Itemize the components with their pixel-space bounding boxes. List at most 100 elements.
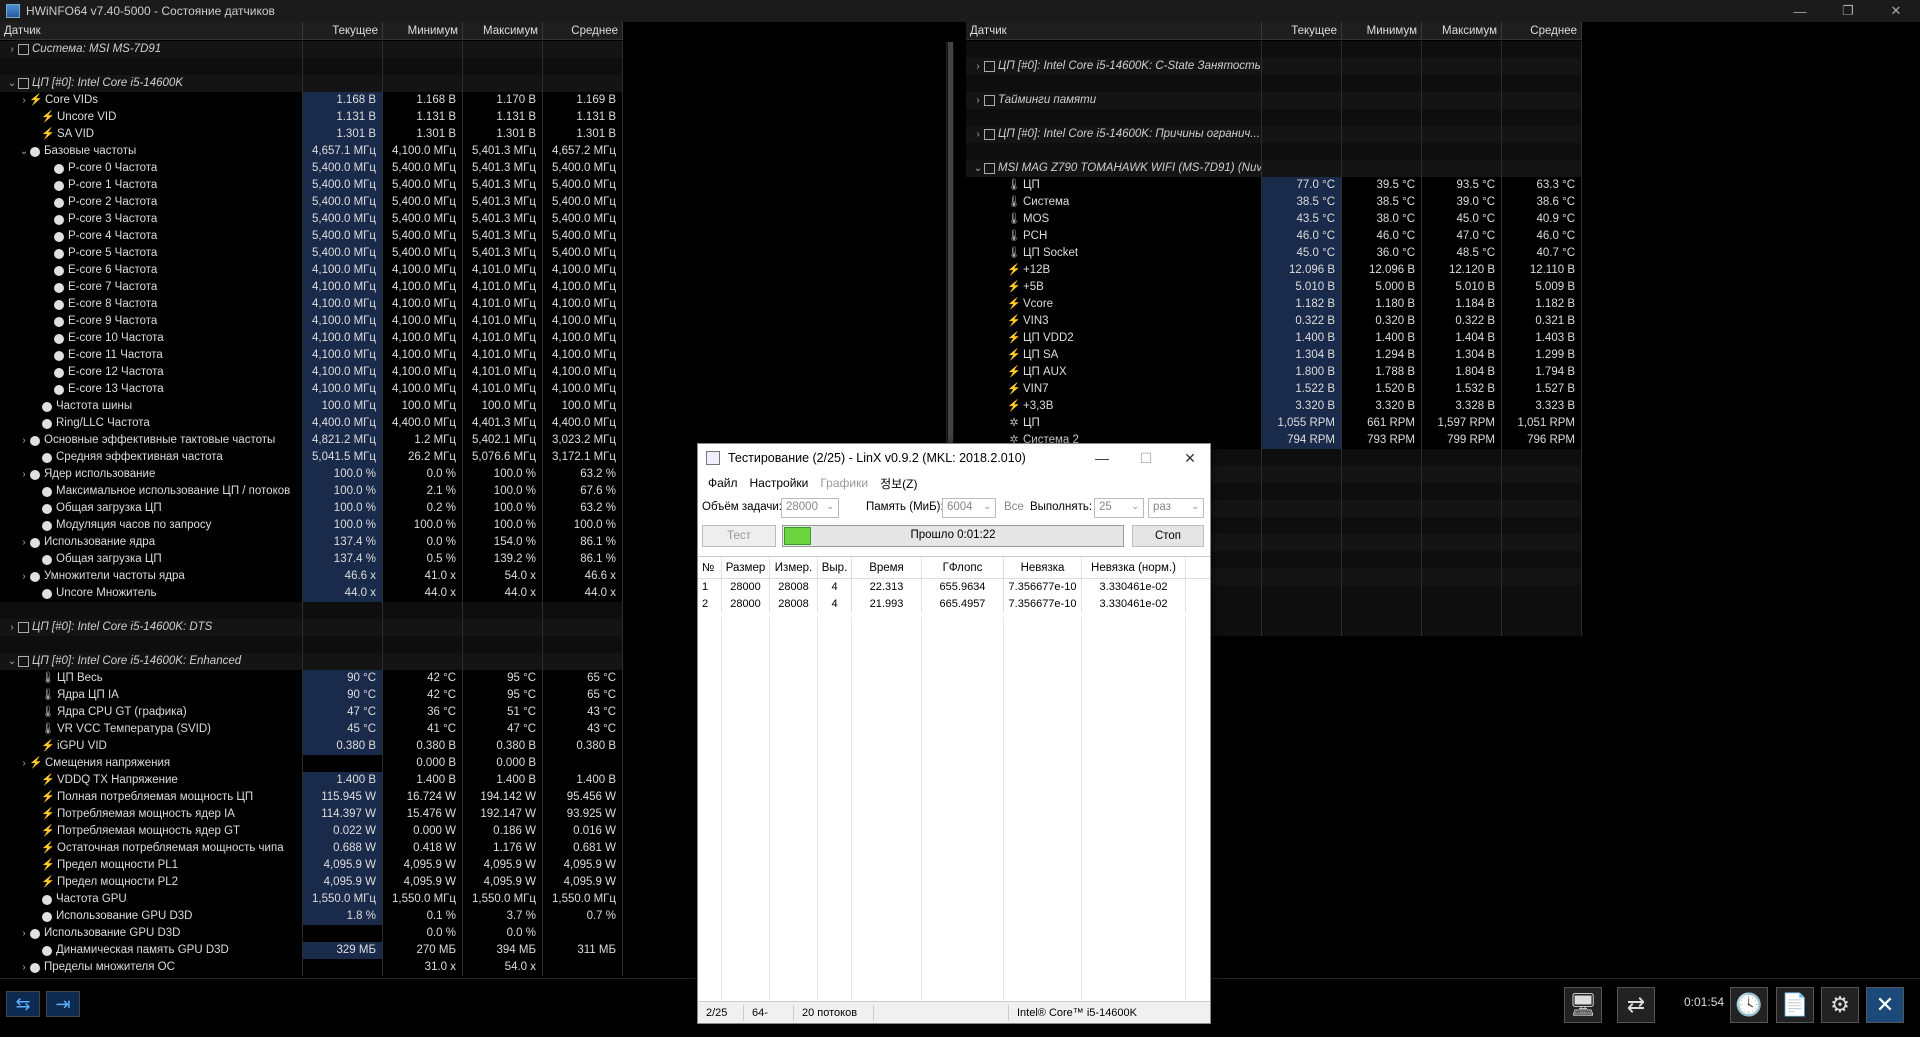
sensor-row[interactable]: Общая загрузка ЦП 100.0 % 0.2 % 100.0 % 63.2…	[0, 500, 623, 517]
sensor-group[interactable]: ⌄ MSI MAG Z790 TOMAHAWK WIFI (MS-7D91) (N…	[966, 160, 1582, 177]
sensor-row[interactable]: E-core 12 Частота 4,100.0 МГц 4,100.0 МГц 4…	[0, 364, 623, 381]
col-current[interactable]: Текущее	[1262, 22, 1342, 40]
sensor-row[interactable]: 🌡 PCH 46.0 °C 46.0 °C 47.0 °C 46.0 °C	[966, 228, 1582, 245]
sensor-row[interactable]: Максимальное использование ЦП / потоков 1…	[0, 483, 623, 500]
menu-settings[interactable]: Настройки	[744, 476, 815, 490]
col-min[interactable]: Минимум	[383, 22, 463, 40]
sensor-row[interactable]: E-core 10 Частота 4,100.0 МГц 4,100.0 МГц 4…	[0, 330, 623, 347]
results-col-header[interactable]: Время	[852, 557, 922, 578]
sensor-row[interactable]: ⚡ Потребляемая мощность ядер IA 114.397 W1…	[0, 806, 623, 823]
sensor-row[interactable]: ⚡ Предел мощности PL1 4,095.9 W 4,095.9 W 4,…	[0, 857, 623, 874]
sensor-row[interactable]: E-core 13 Частота 4,100.0 МГц 4,100.0 МГц 4…	[0, 381, 623, 398]
col-current[interactable]: Текущее	[303, 22, 383, 40]
collapse-arrows-icon[interactable]: ⇆	[6, 991, 40, 1017]
results-col-header[interactable]: Измер.	[770, 557, 818, 578]
sensor-row[interactable]: P-core 4 Частота 5,400.0 МГц 5,400.0 МГц 5,…	[0, 228, 623, 245]
test-button[interactable]: Тест	[702, 525, 776, 547]
connect-computers-icon[interactable]: ⇄	[1617, 987, 1655, 1023]
results-col-header[interactable]: Размер	[722, 557, 770, 578]
sensor-row[interactable]: ⚡ ЦП SA 1.304 В 1.294 В 1.304 В 1.299 В	[966, 347, 1582, 364]
sensor-row[interactable]: Ring/LLC Частота 4,400.0 МГц 4,400.0 МГц 4,…	[0, 415, 623, 432]
network-computer-icon[interactable]: 🖥	[1564, 987, 1602, 1023]
minimize-button[interactable]: —	[1778, 0, 1822, 22]
sensor-row[interactable]: P-core 2 Частота 5,400.0 МГц 5,400.0 МГц 5,…	[0, 194, 623, 211]
expand-chevron-icon[interactable]: ›	[6, 41, 18, 58]
expand-chevron-icon[interactable]: ›	[18, 568, 30, 585]
col-sensor[interactable]: Датчик	[966, 22, 1262, 40]
sensor-row[interactable]: ⚡ VDDQ TX Напряжение 1.400 В 1.400 В 1.400 В…	[0, 772, 623, 789]
sensor-row[interactable]: › ⚡ Смещения напряжения 0.000 В 0.000 В	[0, 755, 623, 772]
sensor-row[interactable]: ⚡ iGPU VID 0.380 В 0.380 В 0.380 В 0.380 В	[0, 738, 623, 755]
sensor-row[interactable]: ⚡ Остаточная потребляемая мощность чипа 0.…	[0, 840, 623, 857]
memory-select[interactable]: 6004 ⌄	[942, 498, 996, 518]
expand-chevron-icon[interactable]: ›	[18, 466, 30, 483]
clock-reset-icon[interactable]: 🕓	[1730, 987, 1768, 1023]
collapse-chevron-icon[interactable]: ⌄	[18, 143, 30, 160]
sensor-row[interactable]: 🌡 ЦП 77.0 °C 39.5 °C 93.5 °C 63.3 °C	[966, 177, 1582, 194]
sensor-row[interactable]: ⚡ Vcore 1.182 В 1.180 В 1.184 В 1.182 В	[966, 296, 1582, 313]
results-col-header[interactable]: Выр.	[818, 557, 852, 578]
sensor-row[interactable]: 🌡 Система 38.5 °C 38.5 °C 39.0 °C 38.6 °C	[966, 194, 1582, 211]
settings-gear-icon[interactable]: ⚙	[1821, 987, 1859, 1023]
sensor-row[interactable]: E-core 7 Частота 4,100.0 МГц 4,100.0 МГц 4,…	[0, 279, 623, 296]
sensor-row[interactable]: P-core 1 Частота 5,400.0 МГц 5,400.0 МГц 5,…	[0, 177, 623, 194]
sensor-group[interactable]: › Система: MSI MS-7D91	[0, 41, 623, 58]
col-avg[interactable]: Среднее	[1502, 22, 1582, 40]
runs-select[interactable]: 25 ⌄	[1094, 498, 1144, 518]
col-max[interactable]: Максимум	[1422, 22, 1502, 40]
results-col-header[interactable]: Невязка (норм.)	[1082, 557, 1186, 578]
sensor-row[interactable]: ⚡ Uncore VID 1.131 В 1.131 В 1.131 В 1.131 В	[0, 109, 623, 126]
linx-minimize-button[interactable]: —	[1082, 447, 1122, 469]
sensor-row[interactable]: E-core 11 Частота 4,100.0 МГц 4,100.0 МГц 4…	[0, 347, 623, 364]
sensor-row[interactable]: E-core 9 Частота 4,100.0 МГц 4,100.0 МГц 4,…	[0, 313, 623, 330]
sensor-row[interactable]: Общая загрузка ЦП 137.4 % 0.5 % 139.2 % 86.1…	[0, 551, 623, 568]
expand-chevron-icon[interactable]: ›	[972, 126, 984, 143]
run-mode-select[interactable]: раз ⌄	[1148, 498, 1204, 518]
sensor-group[interactable]: ⌄ ЦП [#0]: Intel Core i5-14600K: Enhanced	[0, 653, 623, 670]
sensor-row[interactable]: P-core 3 Частота 5,400.0 МГц 5,400.0 МГц 5,…	[0, 211, 623, 228]
expand-chevron-icon[interactable]: ›	[6, 619, 18, 636]
sensor-row[interactable]: › Использование ядра 137.4 % 0.0 % 154.0 % 86…	[0, 534, 623, 551]
col-avg[interactable]: Среднее	[543, 22, 623, 40]
sensor-row[interactable]: Динамическая память GPU D3D 329 МБ 270 МБ 3…	[0, 942, 623, 959]
sensor-row[interactable]: P-core 5 Частота 5,400.0 МГц 5,400.0 МГц 5,…	[0, 245, 623, 262]
expand-chevron-icon[interactable]: ›	[18, 925, 30, 942]
expand-arrows-icon[interactable]: ⇥	[46, 991, 80, 1017]
results-row[interactable]: 2 28000 28008 4 21.993 665.4957 7.356677e-10 3.…	[698, 596, 1210, 613]
expand-chevron-icon[interactable]: ›	[972, 92, 984, 109]
sensor-row[interactable]: › Основные эффективные тактовые частоты 4,…	[0, 432, 623, 449]
col-min[interactable]: Минимум	[1342, 22, 1422, 40]
sensor-row[interactable]: E-core 6 Частота 4,100.0 МГц 4,100.0 МГц 4,…	[0, 262, 623, 279]
sensor-row[interactable]: 🌡 ЦП Socket 45.0 °C 36.0 °C 48.5 °C 40.7 °C	[966, 245, 1582, 262]
sensor-row[interactable]: ⚡ SA VID 1.301 В 1.301 В 1.301 В 1.301 В	[0, 126, 623, 143]
sensor-row[interactable]: Модуляция часов по запросу 100.0 % 100.0 %…	[0, 517, 623, 534]
collapse-chevron-icon[interactable]: ⌄	[6, 75, 18, 92]
sensor-row[interactable]: ⚡ Полная потребляемая мощность ЦП 115.945 …	[0, 789, 623, 806]
expand-chevron-icon[interactable]: ›	[972, 58, 984, 75]
sensor-row[interactable]: › ⚡ Core VIDs 1.168 В 1.168 В 1.170 В 1.169 В	[0, 92, 623, 109]
sensor-row[interactable]: Средняя эффективная частота 5,041.5 МГц 26…	[0, 449, 623, 466]
sensor-group[interactable]: › ЦП [#0]: Intel Core i5-14600K: C-State …	[966, 58, 1582, 75]
sensor-row[interactable]: Частота GPU 1,550.0 МГц 1,550.0 МГц 1,550.0…	[0, 891, 623, 908]
results-col-header[interactable]: №	[698, 557, 722, 578]
sensor-row[interactable]: › Пределы множителя OC 31.0 x 54.0 x	[0, 959, 623, 976]
all-memory-option[interactable]: Все	[1004, 501, 1024, 513]
expand-chevron-icon[interactable]: ›	[18, 534, 30, 551]
sensor-row[interactable]: ⚡ VIN3 0.322 В 0.320 В 0.322 В 0.321 В	[966, 313, 1582, 330]
sensor-group[interactable]: › Тайминги памяти	[966, 92, 1582, 109]
sensor-row[interactable]: › Использование GPU D3D 0.0 % 0.0 %	[0, 925, 623, 942]
sensor-row[interactable]: ⚡ Предел мощности PL2 4,095.9 W 4,095.9 W 4,…	[0, 874, 623, 891]
sensor-group[interactable]: ⌄ ЦП [#0]: Intel Core i5-14600K	[0, 75, 623, 92]
sensor-row[interactable]: E-core 8 Частота 4,100.0 МГц 4,100.0 МГц 4,…	[0, 296, 623, 313]
menu-info[interactable]: 정보(Z)	[874, 475, 923, 492]
results-row[interactable]: 1 28000 28008 4 22.313 655.9634 7.356677e-10 3.…	[698, 579, 1210, 596]
sensor-row[interactable]: ⚡ VIN7 1.522 В 1.520 В 1.532 В 1.527 В	[966, 381, 1582, 398]
sensor-row[interactable]: 🌡 MOS 43.5 °C 38.0 °C 45.0 °C 40.9 °C	[966, 211, 1582, 228]
sensor-row[interactable]: Uncore Множитель 44.0 x 44.0 x 44.0 x 44.0 x	[0, 585, 623, 602]
results-col-header[interactable]: ГФлопс	[922, 557, 1004, 578]
results-col-header[interactable]: Невязка	[1004, 557, 1082, 578]
close-button[interactable]: ✕	[1874, 0, 1918, 22]
col-max[interactable]: Максимум	[463, 22, 543, 40]
sensor-row[interactable]: 🌡 ЦП Весь 90 °C 42 °C 95 °C 65 °C	[0, 670, 623, 687]
close-x-icon[interactable]: ✕	[1866, 987, 1904, 1023]
